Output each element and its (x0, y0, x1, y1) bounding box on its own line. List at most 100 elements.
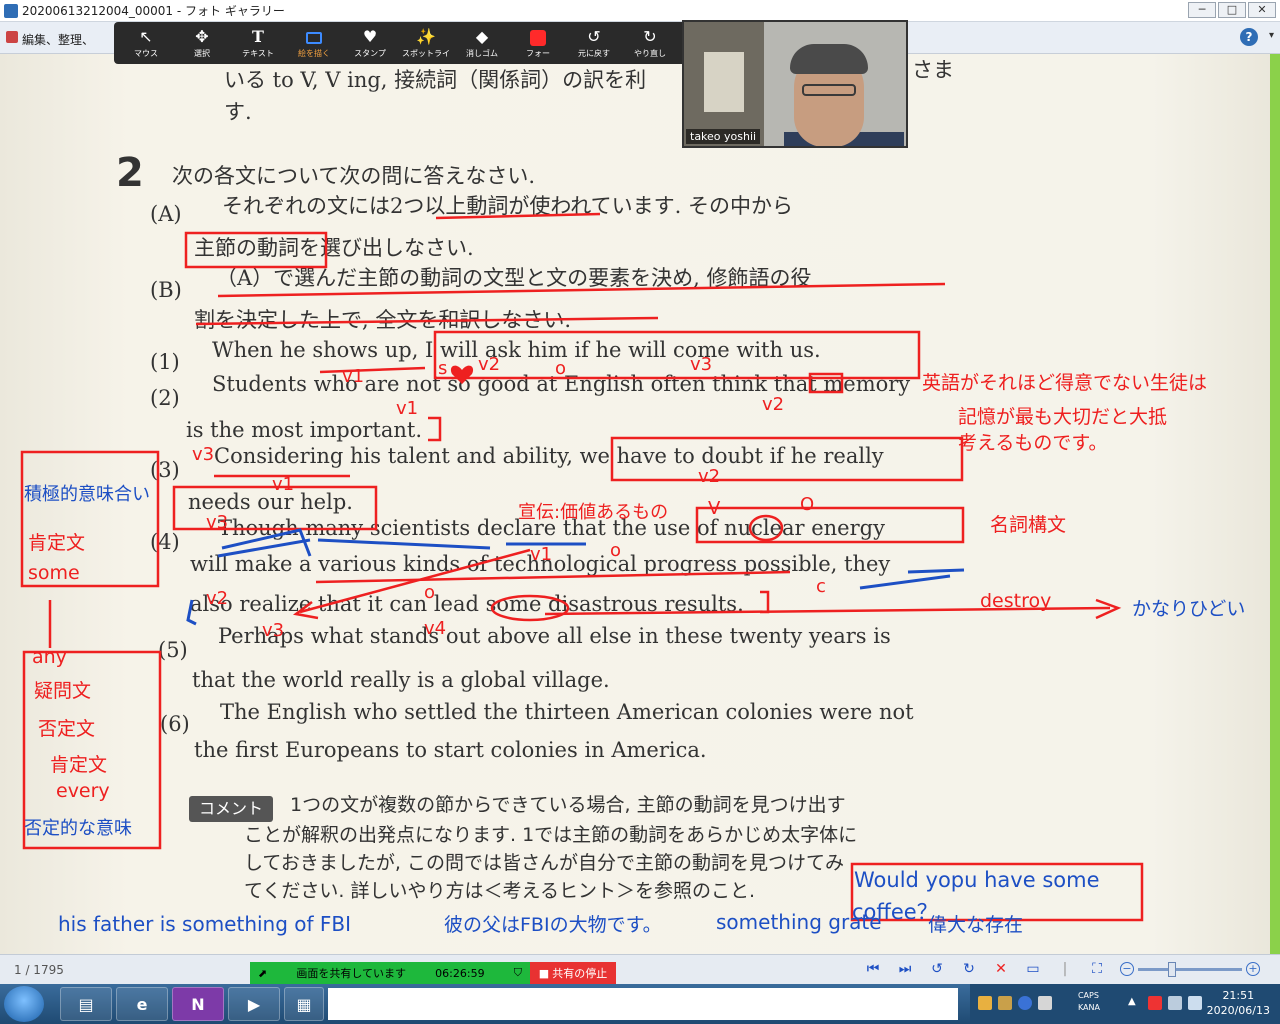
system-tray: CAPS KANA ▲ 21:51 2020/06/13 (970, 984, 1280, 1024)
spotlight-icon: ✨ (416, 26, 436, 46)
delete-icon[interactable]: ✕ (990, 958, 1012, 980)
tool-stamp[interactable]: ♥ スタンプ (342, 22, 398, 64)
fit-icon[interactable]: ⛶ (1086, 958, 1108, 980)
clock-date: 2020/06/13 (1206, 1004, 1270, 1017)
sentence-3-number: (3) (150, 458, 180, 482)
eraser-icon: ◆ (475, 26, 489, 46)
edit-organize-icon (6, 31, 18, 43)
zoom-thumb[interactable] (1168, 961, 1176, 977)
note-translation-3: 考えるものです。 (958, 432, 1108, 454)
tray-help-icon[interactable] (1018, 996, 1032, 1010)
participant-video[interactable]: takeo yoshii (682, 20, 908, 148)
annotation-v2-s4: v2 (206, 588, 229, 609)
onenote-icon[interactable]: N (172, 987, 224, 1021)
tool-select[interactable]: ✥ 選択 (174, 22, 230, 64)
ie-icon[interactable]: e (116, 987, 168, 1021)
question-a-text-2: 主節の動詞を選び出しなさい. (194, 236, 474, 260)
sharing-status[interactable]: ⬈ 画面を共有しています 06:26:59 ⛉ (250, 962, 530, 984)
window-titlebar: 20200613212004_00001 - フォト ギャラリー ─ □ ✕ (0, 0, 1280, 22)
screen-share-bar: ⬈ 画面を共有しています 06:26:59 ⛉ ■ 共有の停止 (250, 962, 620, 984)
annotation-v2-s2: v2 (762, 394, 785, 415)
help-icon[interactable]: ? (1240, 28, 1258, 46)
annotation-c: c (816, 576, 826, 597)
top-line-2: す. (224, 100, 252, 124)
annotation-V: V (708, 498, 721, 519)
question-b-text-1: （A）で選んだ主節の動詞の文型と文の要素を決め, 修飾語の役 (216, 266, 812, 290)
clock[interactable]: 21:51 2020/06/13 (1207, 988, 1270, 1018)
zoom-in-icon[interactable]: + (1246, 962, 1260, 976)
sentence-3: Considering his talent and ability, we h… (214, 444, 884, 468)
start-button[interactable] (4, 986, 44, 1022)
rotate-right-icon[interactable]: ↻ (958, 958, 980, 980)
tool-mouse[interactable]: ↖ マウス (118, 22, 174, 64)
note-idai: 偉大な存在 (928, 914, 1024, 936)
tool-draw[interactable]: 絵を描く (286, 22, 342, 64)
photo-gallery-icon (4, 3, 18, 18)
tool-undo[interactable]: ↺ 元に戻す (566, 22, 622, 64)
zoom-out-icon[interactable]: − (1120, 962, 1134, 976)
tool-eraser[interactable]: ◆ 消しゴム (454, 22, 510, 64)
question-b-text-2: 割を決定した上で, 全文を和訳しなさい. (194, 308, 572, 332)
tray-up-icon[interactable]: ▲ (1128, 996, 1142, 1010)
clock-time: 21:51 (1222, 989, 1255, 1002)
top-line-1: いる to V, V ing, 接続詞（関係詞）の訳を利 (224, 68, 647, 92)
maximize-button[interactable]: □ (1218, 2, 1246, 18)
sentence-4-number: (4) (150, 530, 180, 554)
stop-share-label: 共有の停止 (552, 967, 608, 980)
next-icon[interactable]: ⏭ (894, 958, 916, 980)
previous-icon[interactable]: ⏮ (862, 958, 884, 980)
tool-redo[interactable]: ↻ やり直し (622, 22, 678, 64)
sentence-4-cont-2: also realize that it can lead some disas… (190, 592, 744, 616)
note-some: some (28, 562, 80, 584)
tray-network-icon[interactable] (1168, 996, 1182, 1010)
draw-rectangle-icon (306, 31, 322, 44)
sentence-6: The English who settled the thirteen Ame… (220, 700, 914, 724)
zoom-slider[interactable]: − + (1120, 960, 1268, 978)
tool-format[interactable]: フォー (510, 22, 566, 64)
chevron-down-icon[interactable]: ▾ (1269, 30, 1274, 41)
note-kotei-2: 肯定文 (50, 754, 108, 776)
zoom-track[interactable] (1138, 961, 1242, 977)
tray-doc-icon[interactable] (1038, 996, 1052, 1010)
section-number: 2 (116, 150, 144, 196)
undo-icon: ↺ (587, 26, 601, 46)
app-icon[interactable]: ▦ (284, 987, 324, 1021)
annotation-v1-s2b: v1 (396, 398, 419, 419)
tray-flag-icon[interactable] (1148, 996, 1162, 1010)
move-icon: ✥ (195, 26, 209, 46)
tray-folder-icon[interactable] (978, 996, 992, 1010)
separator: | (1062, 961, 1068, 977)
tool-spotlight[interactable]: ✨ スポットライ (398, 22, 454, 64)
annotation-o-s1a: o (555, 358, 567, 379)
heart-icon: ♥ (362, 26, 378, 46)
note-father: his father is something of FBI (58, 912, 352, 936)
ime-status[interactable]: CAPS KANA (1078, 990, 1100, 1014)
note-translation-1: 英語がそれほど得意でない生徒は (922, 372, 1208, 394)
note-every: every (56, 780, 110, 802)
annotation-v4: v4 (424, 618, 447, 639)
annotation-v3-s3b: v3 (206, 512, 229, 533)
note-would-1: Would yopu have some (854, 868, 1100, 892)
media-icon[interactable]: ▶ (228, 987, 280, 1021)
rotate-left-icon[interactable]: ↺ (926, 958, 948, 980)
sentence-5-cont: that the world really is a global villag… (192, 668, 610, 692)
comment-line-1: 1つの文が複数の節からできている場合, 主節の動詞を見つけ出す (290, 794, 846, 816)
note-senden: 宣伝:価値あるもの (518, 502, 669, 523)
viewer-tools: ⏮ ⏭ ↺ ↻ ✕ ▭ | ⛶ (862, 958, 1108, 980)
slideshow-icon[interactable]: ▭ (1022, 958, 1044, 980)
note-translation-2: 記憶が最も大切だと大抵 (958, 406, 1168, 428)
annotation-o-s4: o (610, 540, 622, 561)
tray-volume-icon[interactable] (1188, 996, 1202, 1010)
close-window-button[interactable]: ✕ (1248, 2, 1276, 18)
explorer-icon[interactable]: ▤ (60, 987, 112, 1021)
tool-text[interactable]: T テキスト (230, 22, 286, 64)
edit-organize-menu[interactable]: 編集、整理、 (22, 31, 94, 48)
note-gimon: 疑問文 (34, 680, 92, 702)
note-destroy: destroy (980, 590, 1052, 612)
annotation-v3-s3: v3 (192, 444, 215, 465)
minimize-button[interactable]: ─ (1188, 2, 1216, 18)
note-something-grate: something grate (716, 910, 882, 934)
tray-box-icon[interactable] (998, 996, 1012, 1010)
stop-share-button[interactable]: ■ 共有の停止 (530, 962, 616, 984)
taskbar-blank-area (328, 988, 958, 1020)
